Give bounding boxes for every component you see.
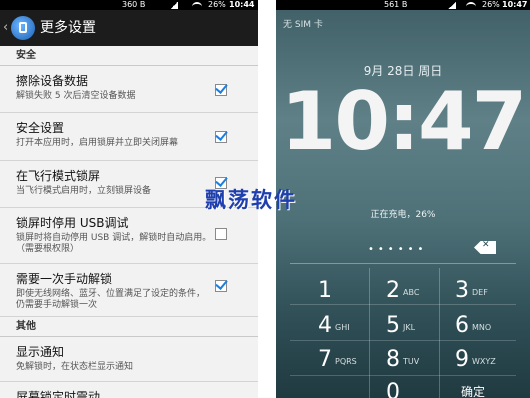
- setting-title: 屏幕锁定时震动: [16, 390, 101, 398]
- setting-summary: 免解锁时，在状态栏显示通知: [16, 362, 134, 372]
- status-bar: 360 B 26% 10:44: [0, 0, 258, 10]
- wifi-icon: [466, 2, 476, 11]
- setting-summary: 解锁失败 5 次后清空设备数据: [16, 91, 136, 101]
- setting-vibrate-on-lock[interactable]: 屏幕锁定时震动: [0, 382, 258, 398]
- key-letters: ABC: [403, 288, 420, 297]
- signal-icon: [448, 2, 456, 9]
- pin-entry-dots: ••••••: [368, 244, 428, 255]
- key-letters: GHI: [335, 323, 350, 332]
- key-digit: 7: [318, 347, 332, 372]
- charging-status: 正在充电，26%: [370, 210, 436, 220]
- setting-security[interactable]: 安全设置 打开本应用时，启用锁屏并立即关闭屏幕: [0, 113, 258, 161]
- setting-title: 锁屏时停用 USB调试: [16, 216, 129, 230]
- watermark-text: 飘荡软件: [205, 187, 297, 212]
- setting-summary: 即使无线网络、蓝牙、位置满足了设定的条件，仍需要手动解锁一次: [16, 289, 206, 310]
- action-bar: ‹ 更多设置: [0, 10, 258, 46]
- app-logo-icon[interactable]: [11, 16, 35, 40]
- status-time: 10:44: [229, 0, 255, 9]
- pin-underline: [290, 263, 516, 264]
- key-1[interactable]: 1: [318, 276, 388, 310]
- wipe-data-checkbox[interactable]: [215, 84, 227, 96]
- backspace-icon[interactable]: [474, 241, 496, 254]
- key-3[interactable]: 3 DEF: [455, 276, 525, 310]
- key-digit: 0: [386, 380, 400, 398]
- carrier-label: 无 SIM 卡: [283, 20, 323, 30]
- key-digit: 9: [455, 347, 469, 372]
- usb-debug-checkbox[interactable]: [215, 228, 227, 240]
- key-5[interactable]: 5 JKL: [386, 311, 456, 345]
- key-letters: MNO: [472, 323, 492, 332]
- signal-icon: [170, 2, 178, 9]
- setting-title: 显示通知: [16, 345, 65, 359]
- key-6[interactable]: 6 MNO: [455, 311, 525, 345]
- key-letters: JKL: [403, 323, 416, 332]
- confirm-button[interactable]: 确定: [461, 383, 485, 398]
- setting-summary: 当飞行模式启用时，立刻锁屏设备: [16, 186, 152, 196]
- lock-screen: 561 B 26% 10:47 无 SIM 卡 9月 28日 周日 10:47 …: [276, 0, 530, 398]
- key-digit: 4: [318, 313, 332, 338]
- setting-wipe-data[interactable]: 擦除设备数据 解锁失败 5 次后清空设备数据: [0, 66, 258, 113]
- key-digit: 8: [386, 347, 400, 372]
- key-letters: DEF: [472, 288, 488, 297]
- security-checkbox[interactable]: [215, 131, 227, 143]
- key-letters: TUV: [403, 357, 420, 366]
- status-bar: 561 B 26% 10:47: [276, 0, 530, 10]
- key-9[interactable]: 9 WXYZ: [455, 345, 525, 379]
- section-header-other: 其他: [0, 317, 258, 337]
- key-letters: WXYZ: [472, 357, 496, 366]
- setting-summary: 锁屏时将自动停用 USB 调试，解锁时自动启用。（需要根权限）: [16, 233, 212, 254]
- key-4[interactable]: 4 GHI: [318, 311, 388, 345]
- key-7[interactable]: 7 PQRS: [318, 345, 388, 379]
- section-header-security: 安全: [0, 46, 258, 66]
- setting-title: 擦除设备数据: [16, 74, 89, 88]
- key-digit: 1: [318, 278, 332, 303]
- key-0[interactable]: 0: [386, 378, 456, 398]
- setting-title: 在飞行模式锁屏: [16, 169, 101, 183]
- key-digit: 3: [455, 278, 469, 303]
- network-speed: 561 B: [384, 0, 408, 9]
- setting-manual-unlock[interactable]: 需要一次手动解锁 即使无线网络、蓝牙、位置满足了设定的条件，仍需要手动解锁一次: [0, 264, 258, 317]
- key-2[interactable]: 2 ABC: [386, 276, 456, 310]
- setting-title: 需要一次手动解锁: [16, 272, 113, 286]
- battery-percent: 26%: [482, 0, 500, 9]
- setting-title: 安全设置: [16, 121, 65, 135]
- setting-usb-debug[interactable]: 锁屏时停用 USB调试 锁屏时将自动停用 USB 调试，解锁时自动启用。（需要根…: [0, 208, 258, 264]
- status-time: 10:47: [502, 0, 528, 9]
- lock-clock: 10:47: [280, 75, 528, 168]
- battery-percent: 26%: [208, 0, 226, 9]
- key-letters: PQRS: [335, 357, 357, 366]
- setting-show-notification[interactable]: 显示通知 免解锁时，在状态栏显示通知: [0, 337, 258, 382]
- key-8[interactable]: 8 TUV: [386, 345, 456, 379]
- manual-unlock-checkbox[interactable]: [215, 280, 227, 292]
- key-digit: 5: [386, 313, 400, 338]
- network-speed: 360 B: [122, 0, 146, 9]
- key-digit: 2: [386, 278, 400, 303]
- page-title: 更多设置: [40, 20, 96, 36]
- setting-summary: 打开本应用时，启用锁屏并立即关闭屏幕: [16, 138, 179, 148]
- back-chevron-icon[interactable]: ‹: [3, 20, 8, 36]
- key-digit: 6: [455, 313, 469, 338]
